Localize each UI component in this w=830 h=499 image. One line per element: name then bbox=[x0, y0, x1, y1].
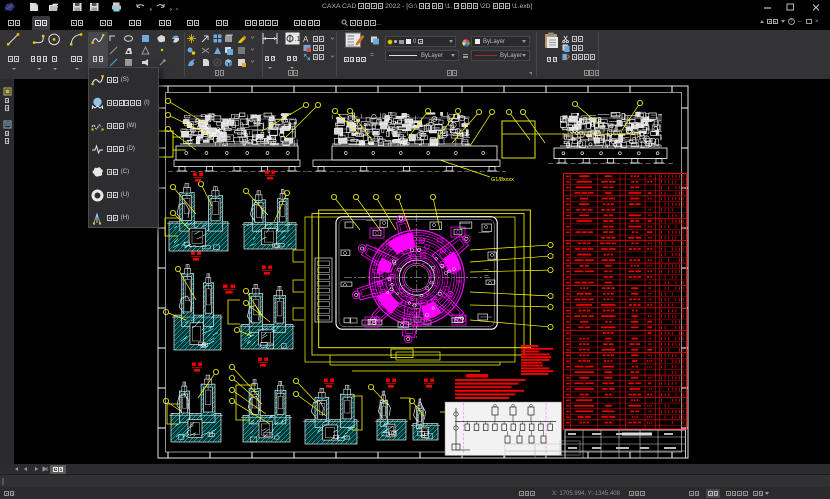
svg-text:A: A bbox=[303, 35, 309, 43]
svg-text:G1/8xxxx: G1/8xxxx bbox=[491, 177, 514, 183]
svg-text:.1: .1 bbox=[294, 36, 300, 43]
